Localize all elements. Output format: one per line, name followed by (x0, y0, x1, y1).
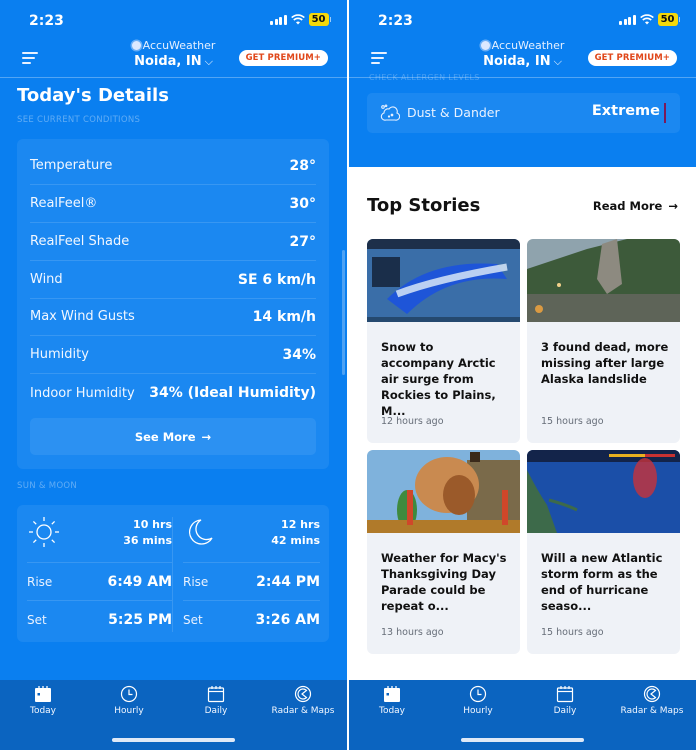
story-headline: Weather for Macy's Thanksgiving Day Para… (381, 551, 507, 613)
app-header: AccuWeather Noida, IN ⌵ GET PREMIUM+ (0, 38, 347, 78)
status-time: 2:23 (29, 13, 64, 29)
allergen-card[interactable]: Dust & Dander Extreme (367, 93, 680, 133)
story-headline: Snow to accompany Arctic air surge from … (381, 340, 496, 418)
header-divider (0, 77, 347, 78)
status-bar: 2:23 50 (349, 0, 696, 38)
sun-icon (29, 517, 59, 547)
landslide-photo-thumbnail (527, 239, 680, 322)
battery-tip (329, 17, 331, 22)
detail-row: Max Wind Gusts 14 km/h (30, 298, 316, 336)
tab-bar: Today Hourly Daily Radar & Maps (349, 680, 696, 750)
allergen-level-bar (664, 103, 666, 123)
moon-duration: 12 hrs 42 mins (271, 518, 320, 547)
moon-column: 12 hrs 42 mins Rise 2:44 PM Set 3:26 AM (183, 505, 320, 642)
sun-moon-card: 10 hrs 36 mins Rise 6:49 AM Set 5:25 PM 12 … (17, 505, 329, 642)
story-timestamp: 15 hours ago (541, 627, 604, 638)
cellular-signal-icon (619, 14, 636, 25)
detail-row: RealFeel® 30° (30, 185, 316, 223)
calendar-today-icon (35, 686, 51, 702)
tab-daily[interactable]: Daily (522, 685, 608, 716)
radar-icon (643, 685, 661, 703)
allergen-value: Extreme (591, 103, 660, 119)
daylight-duration: 10 hrs 36 mins (123, 518, 172, 547)
tab-bar: Today Hourly Daily Radar & Maps (0, 680, 347, 750)
radar-icon (294, 685, 312, 703)
tropical-tracker-map-thumbnail (527, 450, 680, 533)
calendar-icon (207, 686, 225, 703)
battery-indicator: 50 (657, 13, 678, 26)
parade-turkey-float-thumbnail (367, 450, 520, 533)
sun-moon-label: SUN & MOON (17, 481, 78, 491)
details-card: Temperature 28° RealFeel® 30° RealFeel Sha… (17, 139, 329, 469)
tab-today[interactable]: Today (349, 685, 435, 716)
battery-tip (678, 17, 680, 22)
detail-row: RealFeel Shade 27° (30, 223, 316, 261)
read-more-link[interactable]: Read More → (593, 199, 678, 213)
tab-daily[interactable]: Daily (173, 685, 259, 716)
detail-row: Humidity 34% (30, 336, 316, 374)
arrow-right-icon: → (668, 199, 678, 213)
detail-row: Indoor Humidity 34% (Ideal Humidity) (30, 385, 316, 401)
top-stories-screen: CHECK ALLERGEN LEVELS 2:23 50 AccuWeathe… (349, 0, 696, 750)
clock-icon (469, 685, 487, 703)
story-headline: 3 found dead, more missing after large A… (541, 340, 669, 386)
status-bar: 2:23 50 (0, 0, 347, 38)
story-card[interactable]: 3 found dead, more missing after large A… (527, 239, 680, 443)
moon-icon (189, 519, 213, 545)
sunset-row: Set 5:25 PM (27, 600, 172, 638)
story-card[interactable]: Weather for Macy's Thanksgiving Day Para… (367, 450, 520, 654)
calendar-icon (556, 686, 574, 703)
see-more-button[interactable]: See More → (30, 418, 316, 455)
story-timestamp: 13 hours ago (381, 627, 444, 638)
top-stories-title: Top Stories (367, 195, 481, 216)
get-premium-button[interactable]: GET PREMIUM+ (238, 50, 328, 66)
section-subtitle: SEE CURRENT CONDITIONS (17, 115, 141, 125)
column-divider (172, 517, 173, 632)
clock-icon (120, 685, 138, 703)
accuweather-sun-icon (131, 41, 141, 50)
header-divider (349, 77, 696, 78)
detail-row: Temperature 28° (30, 147, 316, 185)
chevron-down-icon: ⌵ (204, 55, 213, 68)
tab-radar-maps[interactable]: Radar & Maps (609, 685, 695, 716)
story-card[interactable]: Snow to accompany Arctic air surge from … (367, 239, 520, 443)
detail-row: Wind SE 6 km/h (30, 261, 316, 299)
get-premium-button[interactable]: GET PREMIUM+ (587, 50, 677, 66)
today-details-screen: 2:23 50 AccuWeather Noida, IN ⌵ GET PREMI… (0, 0, 347, 750)
section-title: Today's Details (17, 85, 169, 106)
sunrise-row: Rise 6:49 AM (27, 562, 172, 600)
chevron-down-icon: ⌵ (553, 55, 562, 68)
story-card[interactable]: Will a new Atlantic storm form as the en… (527, 450, 680, 654)
tab-hourly[interactable]: Hourly (435, 685, 521, 716)
wifi-icon (639, 14, 654, 25)
wifi-icon (290, 14, 305, 25)
app-header: AccuWeather Noida, IN ⌵ GET PREMIUM+ (349, 38, 696, 78)
tab-hourly[interactable]: Hourly (86, 685, 172, 716)
story-timestamp: 15 hours ago (541, 416, 604, 427)
tab-radar-maps[interactable]: Radar & Maps (260, 685, 346, 716)
arrow-right-icon: → (201, 429, 212, 444)
allergen-label: Dust & Dander (407, 105, 500, 120)
tab-today[interactable]: Today (0, 685, 86, 716)
scrollbar[interactable] (342, 250, 345, 375)
moonrise-row: Rise 2:44 PM (183, 562, 320, 600)
status-time: 2:23 (378, 13, 413, 29)
moonset-row: Set 3:26 AM (183, 600, 320, 638)
story-headline: Will a new Atlantic storm form as the en… (541, 551, 663, 613)
accuweather-sun-icon (480, 41, 490, 50)
home-indicator (112, 738, 235, 742)
snow-potential-map-thumbnail (367, 239, 520, 322)
calendar-today-icon (384, 686, 400, 702)
story-timestamp: 12 hours ago (381, 416, 444, 427)
dust-dander-icon (380, 104, 400, 121)
sun-column: 10 hrs 36 mins Rise 6:49 AM Set 5:25 PM (27, 505, 172, 642)
battery-indicator: 50 (308, 13, 329, 26)
cellular-signal-icon (270, 14, 287, 25)
home-indicator (461, 738, 584, 742)
